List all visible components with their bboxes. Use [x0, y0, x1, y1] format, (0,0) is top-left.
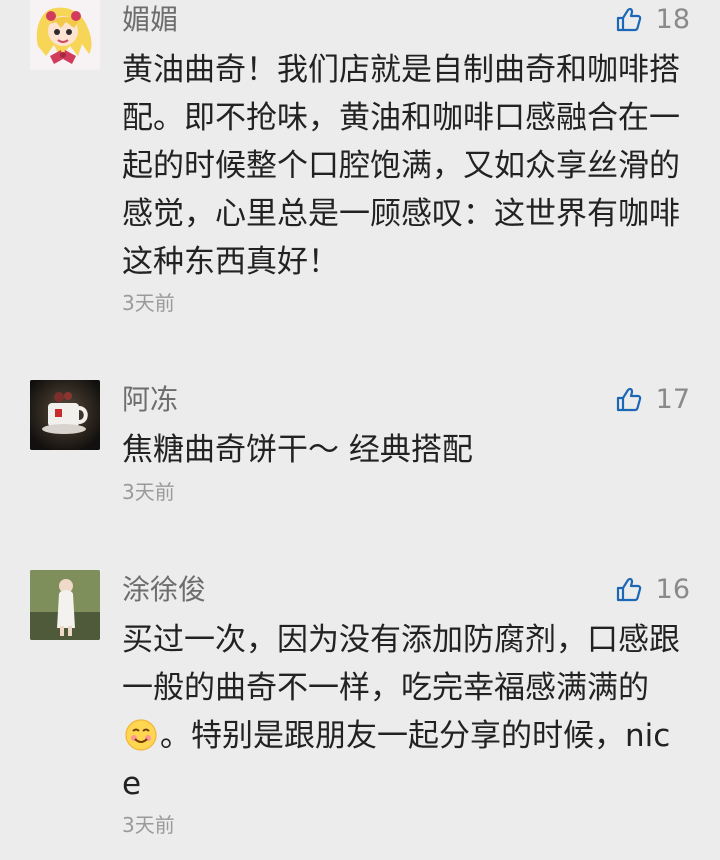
thumbs-up-icon	[616, 387, 641, 412]
comment-time: 3天前	[122, 480, 175, 504]
like-button[interactable]: 18	[614, 2, 690, 38]
comment-item: 媚媚 18 黄油曲奇！我们店就是自制曲奇和咖啡搭配。即不抢味，黄油和咖啡口感融合…	[0, 0, 720, 340]
person-photo-avatar-icon	[30, 570, 100, 640]
commenter-name[interactable]: 阿冻	[122, 382, 178, 418]
like-count: 17	[655, 384, 690, 415]
comment-time: 3天前	[122, 291, 175, 315]
comment-item: 涂徐俊 16 买过一次，因为没有添加防腐剂，口感跟一般的曲奇不一样，吃完幸福感满…	[0, 570, 720, 860]
comment-text: 买过一次，因为没有添加防腐剂，口感跟一般的曲奇不一样，吃完幸福感满满的。特别是跟…	[122, 616, 682, 808]
comment-item: 阿冻 17 焦糖曲奇饼干～ 经典搭配 3天前	[0, 380, 720, 510]
comment-text-part: 。特别是跟朋友一起分享的时候，nice	[122, 718, 671, 802]
like-count: 18	[655, 4, 690, 35]
avatar[interactable]	[30, 570, 100, 640]
comment-time: 3天前	[122, 813, 175, 837]
commenter-name[interactable]: 媚媚	[122, 2, 178, 38]
commenter-name[interactable]: 涂徐俊	[122, 572, 206, 608]
like-button[interactable]: 17	[614, 382, 690, 418]
thumbs-up-icon	[616, 7, 641, 32]
smiling-face-emoji-icon	[124, 718, 158, 752]
thumbs-up-icon	[616, 577, 641, 602]
comment-text: 黄油曲奇！我们店就是自制曲奇和咖啡搭配。即不抢味，黄油和咖啡口感融合在一起的时候…	[122, 52, 680, 280]
avatar[interactable]	[30, 0, 100, 70]
like-count: 16	[655, 574, 690, 605]
avatar[interactable]	[30, 380, 100, 450]
comment-text: 焦糖曲奇饼干～ 经典搭配	[122, 432, 473, 468]
comment-text-part: 买过一次，因为没有添加防腐剂，口感跟一般的曲奇不一样，吃完幸福感满满的	[122, 622, 680, 706]
cartoon-avatar-icon	[30, 0, 100, 70]
coffee-cup-avatar-icon	[30, 380, 100, 450]
like-button[interactable]: 16	[614, 572, 690, 608]
